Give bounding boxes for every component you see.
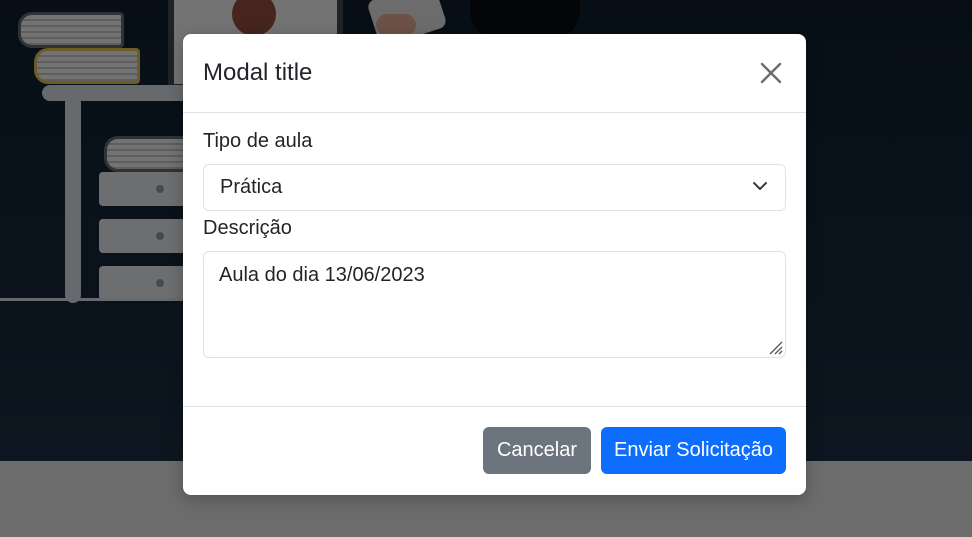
submit-request-button[interactable]: Enviar Solicitação xyxy=(601,427,786,474)
resize-grip-icon[interactable] xyxy=(767,339,783,355)
modal-header: Modal title xyxy=(183,34,806,113)
descricao-label: Descrição xyxy=(203,217,292,239)
chevron-down-icon xyxy=(753,182,767,190)
descricao-textarea[interactable]: Aula do dia 13/06/2023 xyxy=(203,251,786,358)
close-button[interactable] xyxy=(756,58,786,88)
modal-footer: Cancelar Enviar Solicitação xyxy=(183,407,806,494)
modal-dialog: Modal title Tipo de aula Prática Descriç… xyxy=(183,34,806,495)
tipo-de-aula-value: Prática xyxy=(220,176,283,198)
descricao-value: Aula do dia 13/06/2023 xyxy=(219,264,425,286)
tipo-de-aula-select[interactable]: Prática xyxy=(203,164,786,211)
modal-title: Modal title xyxy=(203,59,313,86)
cancel-button[interactable]: Cancelar xyxy=(483,427,591,474)
tipo-de-aula-label: Tipo de aula xyxy=(203,130,313,152)
modal-body: Tipo de aula Prática Descrição Aula do d… xyxy=(183,113,806,407)
close-icon xyxy=(760,62,782,84)
